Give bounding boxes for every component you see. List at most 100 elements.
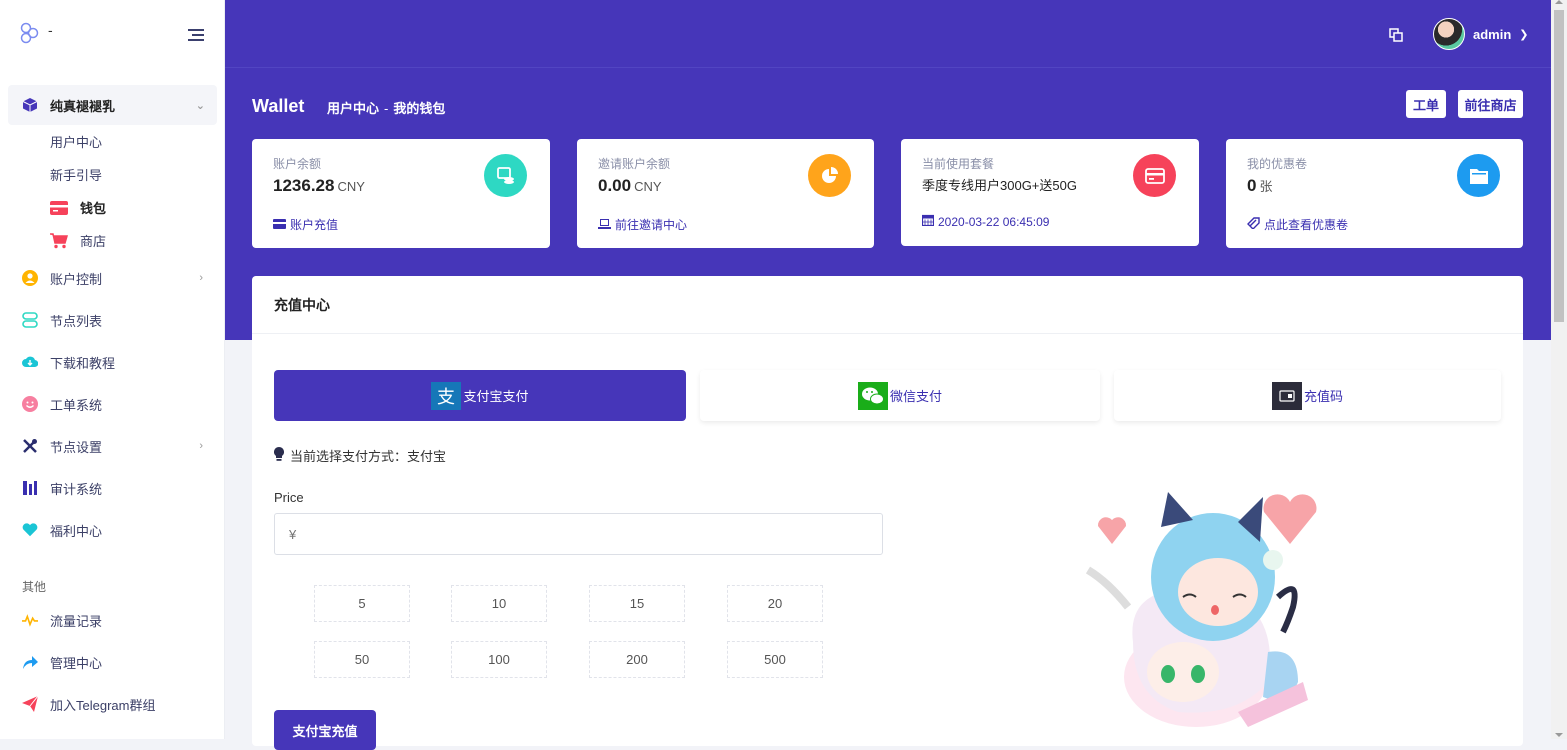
view-coupon-link[interactable]: 点此查看优惠卷 — [1247, 216, 1348, 233]
scroll-down-icon[interactable] — [1555, 733, 1563, 737]
sidebar-item-node-settings[interactable]: 节点设置 › — [0, 425, 225, 467]
tab-label: 充值码 — [1303, 389, 1343, 404]
scroll-thumb[interactable] — [1554, 10, 1564, 322]
balance-card: 账户余额 1236.28 CNY 账户充值 — [252, 139, 550, 248]
user-name: admin — [1473, 26, 1512, 42]
sidebar-item-nodes[interactable]: 节点列表 — [0, 299, 225, 341]
chevron-down-icon: ❯ — [1519, 28, 1529, 41]
sidebar-menu: 纯真褪褪乳 ⌄ 用户中心 新手引导 钱包 商店 账户控制 › 节点列表 下载和教… — [0, 85, 225, 725]
sidebar: - 纯真褪褪乳 ⌄ 用户中心 新手引导 钱包 商店 账户控制 › 节点列表 下载… — [0, 0, 225, 739]
folder-icon — [1457, 154, 1500, 197]
laptop-icon — [598, 218, 611, 232]
sidebar-item-label: 审计系统 — [50, 481, 103, 497]
sidebar-item-account[interactable]: 账户控制 › — [0, 257, 225, 299]
brand-name: - — [48, 21, 53, 38]
sidebar-item-label: 节点设置 — [50, 439, 103, 455]
currency-unit: CNY — [337, 179, 365, 194]
sidebar-item-label: 福利中心 — [50, 523, 103, 539]
sidebar-item-label: 工单系统 — [50, 397, 103, 413]
heart-icon — [22, 522, 38, 538]
recharge-title: 充值中心 — [252, 276, 1523, 334]
card-label: 我的优惠卷 — [1247, 157, 1308, 171]
coupon-value: 0张 — [1247, 176, 1272, 196]
recharge-link[interactable]: 账户充值 — [273, 216, 338, 233]
user-menu[interactable]: admin ❯ — [1433, 18, 1529, 50]
card-label: 邀请账户余额 — [598, 157, 671, 171]
fullscreen-icon[interactable] — [1389, 28, 1403, 42]
cart-icon — [50, 232, 68, 248]
sidebar-item-tickets[interactable]: 工单系统 — [0, 383, 225, 425]
recharge-link-label: 账户充值 — [290, 218, 339, 232]
go-shop-button[interactable]: 前往商店 — [1458, 90, 1523, 118]
tab-wechat-pay[interactable]: 微信支付 — [700, 370, 1100, 421]
sidebar-item-shop[interactable]: 商店 — [50, 224, 225, 257]
invite-center-link[interactable]: 前往邀请中心 — [598, 216, 687, 233]
sidebar-item-label: 流量记录 — [50, 613, 103, 629]
amount-option[interactable]: 200 — [589, 641, 685, 678]
chevron-right-icon: › — [199, 440, 203, 452]
tools-icon — [22, 438, 38, 454]
sidebar-group-main[interactable]: 纯真褪褪乳 ⌄ — [8, 85, 217, 125]
sidebar-item-welfare[interactable]: 福利中心 — [0, 509, 225, 551]
amount-option[interactable]: 20 — [727, 585, 823, 622]
alipay-recharge-button[interactable]: 支付宝充值 — [274, 710, 376, 750]
tab-recharge-code[interactable]: 充值码 — [1114, 370, 1501, 421]
card-label: 账户余额 — [273, 157, 322, 171]
sidebar-item-guide[interactable]: 新手引导 — [50, 158, 225, 191]
payment-hint: 当前选择支付方式：支付宝 — [274, 446, 446, 465]
sidebar-item-label: 账户控制 — [50, 271, 103, 287]
amount-option[interactable]: 100 — [451, 641, 547, 678]
amount-option[interactable]: 5 — [314, 585, 410, 622]
sidebar-item-label: 节点列表 — [50, 313, 103, 329]
sidebar-item-download[interactable]: 下载和教程 — [0, 341, 225, 383]
sidebar-group-label: 纯真褪褪乳 — [50, 98, 116, 114]
hint-text: 当前选择支付方式：支付宝 — [290, 449, 447, 464]
cube-icon — [22, 97, 38, 113]
tab-label: 支付宝支付 — [463, 389, 529, 404]
brand[interactable]: - — [20, 22, 53, 49]
invite-balance-card: 邀请账户余额 0.00 CNY 前往邀请中心 — [577, 139, 874, 248]
breadcrumb: 用户中心 - 我的钱包 — [327, 98, 445, 117]
invite-link-label: 前往邀请中心 — [615, 218, 688, 232]
breadcrumb-separator: - — [384, 101, 389, 116]
sidebar-item-label: 加入Telegram群组 — [50, 697, 156, 713]
sidebar-item-traffic[interactable]: 流量记录 — [0, 599, 225, 641]
sidebar-submenu: 用户中心 新手引导 钱包 商店 — [0, 125, 225, 257]
page-scrollbar[interactable] — [1551, 0, 1567, 739]
chevron-right-icon: › — [199, 272, 203, 284]
coins-icon — [484, 154, 527, 197]
sidebar-section-other: 其他 — [22, 580, 47, 594]
wechat-icon — [857, 381, 888, 410]
sidebar-toggle-icon[interactable] — [184, 27, 204, 43]
sidebar-item-label: 用户中心 — [50, 135, 103, 150]
logo-icon — [20, 22, 40, 49]
amount-option[interactable]: 10 — [451, 585, 547, 622]
sidebar-item-admin[interactable]: 管理中心 — [0, 641, 225, 683]
recharge-panel: 充值中心 支 支付宝支付 微信支付 充值码 当前选择支付方式：支付宝 Price… — [252, 276, 1523, 750]
card-icon — [1133, 154, 1176, 197]
price-input[interactable] — [274, 513, 883, 555]
scroll-up-icon[interactable] — [1555, 0, 1563, 4]
audit-icon — [22, 480, 38, 496]
price-label: Price — [274, 490, 304, 505]
sidebar-item-user-center[interactable]: 用户中心 — [50, 125, 225, 158]
breadcrumb-current: 我的钱包 — [393, 101, 446, 116]
svg-text:支: 支 — [437, 387, 455, 408]
topbar: admin ❯ — [225, 0, 1551, 68]
breadcrumb-item[interactable]: 用户中心 — [327, 101, 379, 116]
balance-value: 1236.28 CNY — [273, 176, 365, 196]
coupon-card: 我的优惠卷 0张 点此查看优惠卷 — [1226, 139, 1523, 248]
sidebar-item-telegram[interactable]: 加入Telegram群组 — [0, 683, 225, 725]
tab-alipay[interactable]: 支 支付宝支付 — [274, 370, 686, 421]
sidebar-item-wallet[interactable]: 钱包 — [50, 191, 225, 224]
tab-label: 微信支付 — [889, 389, 942, 404]
amount-option[interactable]: 50 — [314, 641, 410, 678]
sidebar-item-label: 管理中心 — [50, 655, 103, 671]
coupon-count: 0 — [1247, 176, 1257, 195]
pie-chart-icon — [808, 154, 851, 197]
amount-option[interactable]: 15 — [589, 585, 685, 622]
invite-value: 0.00 CNY — [598, 176, 662, 196]
ticket-button[interactable]: 工单 — [1406, 90, 1446, 118]
sidebar-item-audit[interactable]: 审计系统 — [0, 467, 225, 509]
amount-option[interactable]: 500 — [727, 641, 823, 678]
